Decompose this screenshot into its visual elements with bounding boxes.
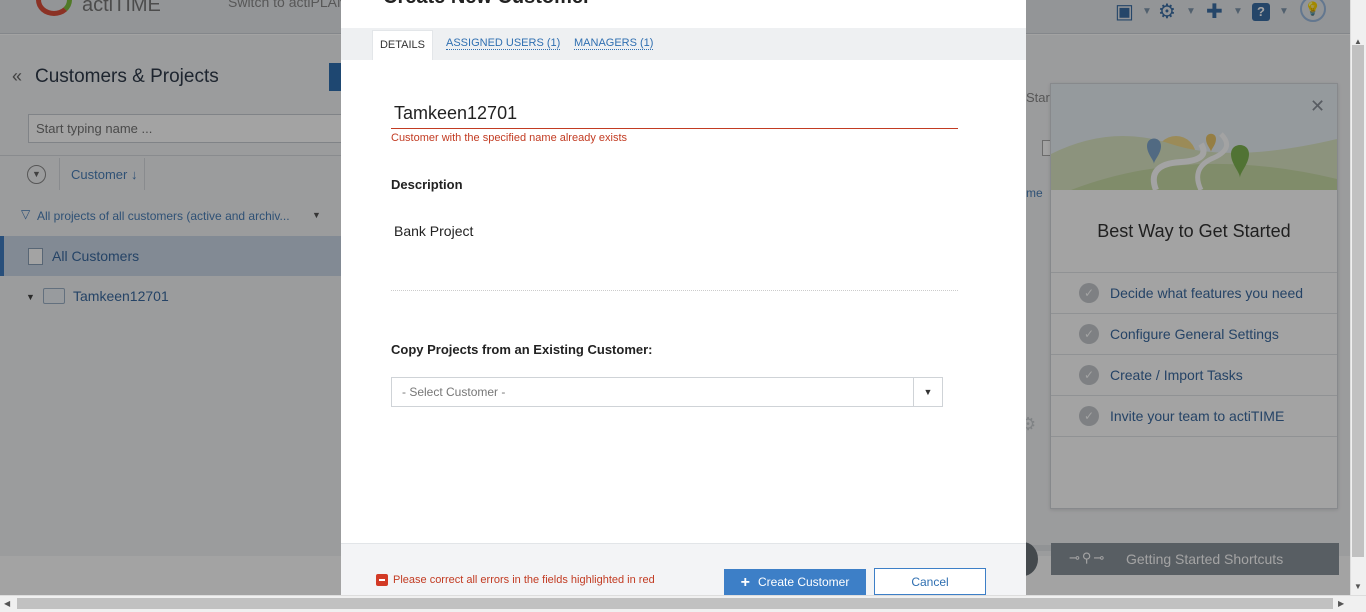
select-customer-dropdown[interactable]: - Select Customer - ▼: [391, 377, 943, 407]
scroll-down-icon[interactable]: ▼: [1354, 582, 1362, 591]
vertical-scroll-thumb[interactable]: [1352, 45, 1364, 557]
chevron-down-icon[interactable]: ▼: [913, 378, 942, 406]
customer-name-field[interactable]: [391, 98, 958, 129]
copy-projects-label: Copy Projects from an Existing Customer:: [391, 342, 653, 357]
error-icon: [376, 574, 388, 586]
dialog-title: Create New Customer: [383, 0, 591, 9]
cancel-button[interactable]: Cancel: [874, 568, 986, 595]
tab-details[interactable]: DETAILS: [372, 30, 433, 60]
name-error-message: Customer with the specified name already…: [391, 132, 627, 144]
scroll-right-icon[interactable]: ▶: [1338, 599, 1344, 608]
footer-error-message: Please correct all errors in the fields …: [393, 574, 655, 586]
description-label: Description: [391, 177, 463, 192]
horizontal-scroll-thumb[interactable]: [17, 598, 1333, 609]
scroll-left-icon[interactable]: ◀: [4, 599, 10, 608]
select-customer-value: - Select Customer -: [402, 385, 506, 399]
description-field[interactable]: Bank Project: [394, 223, 473, 239]
plus-icon: +: [740, 574, 750, 591]
create-customer-dialog: [341, 0, 1026, 595]
tab-managers[interactable]: MANAGERS (1): [574, 37, 654, 50]
create-customer-button[interactable]: + Create Customer: [724, 569, 866, 595]
divider: [391, 290, 958, 291]
tab-bar: [341, 28, 1026, 60]
tab-assigned-users[interactable]: ASSIGNED USERS (1): [446, 37, 561, 50]
